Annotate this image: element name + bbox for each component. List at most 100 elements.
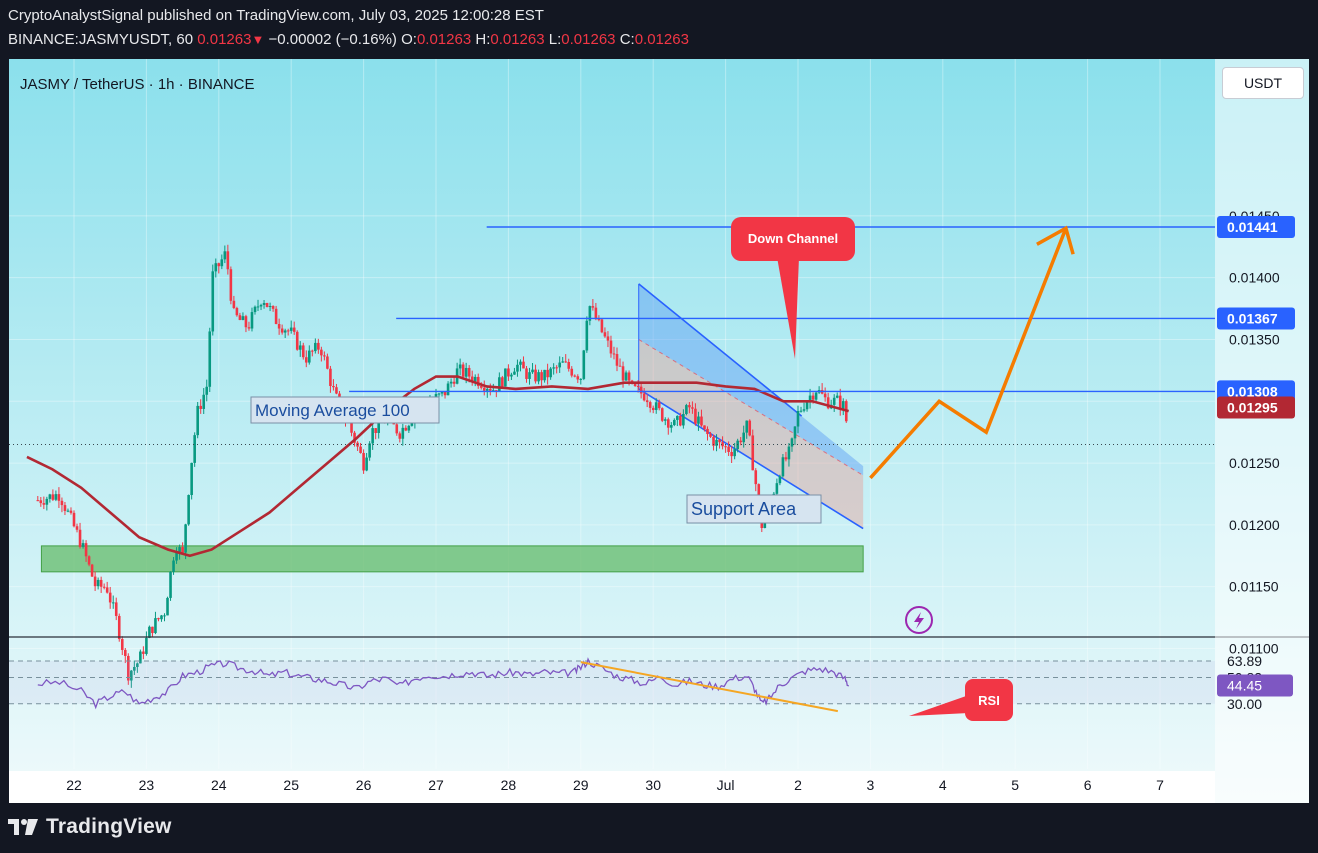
candle-body xyxy=(154,618,157,634)
candle-body xyxy=(796,410,800,427)
candle-body xyxy=(449,381,453,384)
candle-body xyxy=(253,306,257,313)
candle-body xyxy=(93,576,97,587)
candle-body xyxy=(519,361,522,365)
candle-body xyxy=(489,388,492,391)
candle-body xyxy=(398,433,402,439)
candle-body xyxy=(534,369,537,382)
candle-body xyxy=(181,547,184,553)
price-tick-label: 0.01250 xyxy=(1229,455,1280,471)
candle-body xyxy=(102,586,106,588)
time-axis-bg xyxy=(9,771,1215,803)
candle-body xyxy=(504,368,507,387)
candle-body xyxy=(395,424,399,434)
candle-body xyxy=(69,510,73,513)
candle-body xyxy=(320,349,323,356)
ma-label: Moving Average 100 xyxy=(250,396,440,424)
chart-title: JASMY / TetherUS · 1h · BINANCE xyxy=(20,76,255,93)
candle-body xyxy=(289,327,293,331)
price-tick-label: 0.01150 xyxy=(1229,579,1279,595)
candle-body xyxy=(446,383,450,396)
candle-body xyxy=(645,400,649,403)
candle-body xyxy=(733,449,736,457)
candle-body xyxy=(522,361,525,369)
candle-body xyxy=(311,350,314,352)
candle-body xyxy=(670,425,673,428)
candle-body xyxy=(841,401,845,410)
candle-body xyxy=(691,407,694,409)
candle-body xyxy=(280,328,284,333)
candle-body xyxy=(685,405,688,415)
candle-body xyxy=(549,368,552,378)
candle-body xyxy=(51,494,55,500)
candle-body xyxy=(703,425,706,429)
candle-body xyxy=(784,457,788,460)
candle-body xyxy=(627,372,631,381)
time-tick-label: 7 xyxy=(1156,777,1164,793)
open-label: O: xyxy=(401,31,417,48)
price-label-text: 0.01441 xyxy=(1227,219,1278,235)
candle-body xyxy=(295,331,299,350)
candle-body xyxy=(314,342,317,352)
candle-body xyxy=(525,368,528,379)
candle-body xyxy=(283,330,287,333)
candle-body xyxy=(636,386,640,388)
tradingview-wordmark: TradingView xyxy=(46,815,172,838)
support-label-text: Support Area xyxy=(691,499,797,519)
candle-body xyxy=(241,316,245,321)
candle-body xyxy=(151,626,154,634)
candle-body xyxy=(567,361,571,369)
candle-body xyxy=(326,356,329,369)
price-tick-label: 0.01200 xyxy=(1229,517,1280,533)
candle-body xyxy=(576,376,580,380)
chart-canvas[interactable]: 0.014500.014000.013500.012500.012000.011… xyxy=(9,59,1309,803)
candle-body xyxy=(332,385,335,388)
chart-frame: 0.01450 0.01400 0.01350 0.01250 0.01200 0.011… xyxy=(9,59,1309,803)
last-price: 0.01263 xyxy=(197,31,252,48)
candle-body xyxy=(775,483,779,494)
time-tick-label: 29 xyxy=(573,777,589,793)
candle-body xyxy=(516,364,519,372)
candle-body xyxy=(36,500,40,502)
candle-body xyxy=(751,435,755,471)
candle-body xyxy=(277,324,281,329)
candle-body xyxy=(223,251,227,260)
time-tick-label: 5 xyxy=(1011,777,1019,793)
candle-body xyxy=(169,571,172,598)
candle-body xyxy=(730,451,733,457)
candle-body xyxy=(365,457,368,471)
open-value: 0.01263 xyxy=(416,31,472,48)
currency-button[interactable]: USDT xyxy=(1222,67,1304,99)
symbol-ohlc-bar: BINANCE:JASMYUSDT, 60 0.01263▼ −0.00002 … xyxy=(8,31,689,48)
time-tick-label: 28 xyxy=(501,777,517,793)
candle-body xyxy=(724,446,727,448)
candle-body xyxy=(232,300,236,308)
candle-body xyxy=(654,402,658,411)
candle-body xyxy=(700,416,703,426)
candle-body xyxy=(120,639,124,650)
candle-body xyxy=(485,388,489,391)
candle-body xyxy=(570,368,574,376)
candle-body xyxy=(87,556,91,565)
candle-body xyxy=(823,393,827,398)
candle-body xyxy=(166,597,169,616)
candle-body xyxy=(274,308,278,325)
candle-body xyxy=(564,361,568,363)
candle-body xyxy=(244,316,248,328)
candle-body xyxy=(247,327,251,329)
low-label: L: xyxy=(548,31,562,48)
candle-body xyxy=(108,592,112,603)
candle-body xyxy=(48,494,52,499)
candle-body xyxy=(838,395,842,410)
candle-body xyxy=(105,587,109,593)
support-label: Support Area xyxy=(686,494,822,524)
candle-body xyxy=(265,303,269,307)
close-label: C: xyxy=(619,31,635,48)
candle-body xyxy=(799,410,803,412)
ma-label-text: Moving Average 100 xyxy=(255,401,410,420)
time-tick-label: 2 xyxy=(794,777,802,793)
candle-body xyxy=(123,649,127,656)
tradingview-logo: TradingView xyxy=(8,815,172,839)
time-tick-label: 26 xyxy=(356,777,372,793)
rsi-tick-label: 63.89 xyxy=(1227,653,1262,669)
